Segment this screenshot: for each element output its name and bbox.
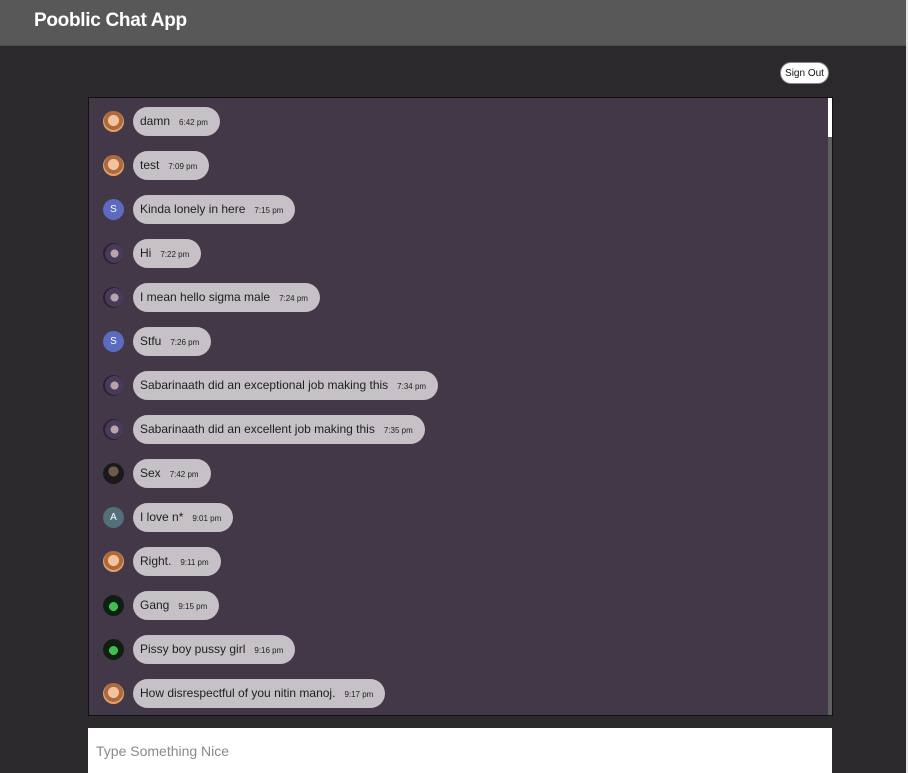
message-bubble: Sex 7:42 pm: [133, 458, 211, 488]
message-time: 9:11 pm: [180, 558, 209, 567]
message-text: test: [140, 158, 160, 172]
message-bubble: Sabarinaath did an excellent job making …: [133, 414, 425, 444]
message-list: damn 6:42 pm test 7:09 pm S Kinda lonely…: [88, 97, 833, 716]
message-item: Hi 7:22 pm: [103, 238, 202, 268]
user-avatar: [103, 110, 124, 132]
message-text: I mean hello sigma male: [140, 290, 271, 304]
message-item: Right. 9:11 pm: [103, 546, 221, 576]
message-text: Pissy boy pussy girl: [140, 642, 246, 656]
user-avatar: A: [103, 506, 124, 528]
message-bubble: Pissy boy pussy girl 9:16 pm: [133, 634, 296, 664]
user-avatar: [103, 462, 124, 484]
message-bubble: I mean hello sigma male 7:24 pm: [133, 282, 320, 312]
user-avatar: [103, 242, 124, 264]
message-item: S Kinda lonely in here 7:15 pm: [103, 194, 296, 224]
user-avatar: [103, 374, 124, 396]
user-avatar: S: [103, 330, 124, 352]
message-item: I mean hello sigma male 7:24 pm: [103, 282, 320, 312]
message-item: Sabarinaath did an excellent job making …: [103, 414, 425, 444]
message-item: Gang 9:15 pm: [103, 590, 220, 620]
message-text: Hi: [140, 246, 152, 260]
app-title: Pooblic Chat App: [34, 10, 187, 31]
user-avatar: [103, 286, 124, 308]
message-item: damn 6:42 pm: [103, 106, 220, 136]
message-bubble: test 7:09 pm: [133, 150, 210, 180]
user-avatar: [103, 550, 124, 572]
scrollbar-thumb[interactable]: [828, 98, 832, 137]
message-bubble: Right. 9:11 pm: [133, 546, 221, 576]
message-time: 9:15 pm: [178, 602, 208, 611]
message-text: Kinda lonely in here: [140, 202, 246, 216]
user-avatar: S: [103, 198, 124, 220]
user-avatar: [103, 638, 124, 660]
message-text: I love n*: [140, 510, 184, 524]
message-bubble: Stfu 7:26 pm: [133, 326, 212, 356]
message-bubble: How disrespectful of you nitin manoj. 9:…: [133, 678, 386, 708]
message-time: 7:24 pm: [279, 294, 308, 303]
message-text: Right.: [140, 554, 172, 568]
message-item: Sex 7:42 pm: [103, 458, 211, 488]
message-bubble: Sabarinaath did an exceptional job makin…: [133, 370, 439, 400]
user-avatar: [103, 154, 124, 176]
message-time: 7:15 pm: [254, 206, 284, 215]
message-bubble: Hi 7:22 pm: [133, 238, 202, 268]
message-time: 9:17 pm: [344, 690, 374, 699]
message-item: Sabarinaath did an exceptional job makin…: [103, 370, 439, 400]
message-text: Sabarinaath did an excellent job making …: [140, 422, 375, 436]
message-text: Sex: [140, 466, 161, 480]
message-text: Stfu: [140, 334, 162, 348]
scrollbar[interactable]: [828, 98, 832, 715]
message-time: 7:34 pm: [397, 382, 427, 391]
user-avatar: [103, 682, 124, 704]
message-input[interactable]: [88, 728, 832, 773]
sign-out-button[interactable]: Sign Out: [780, 62, 829, 84]
message-bubble: Kinda lonely in here 7:15 pm: [133, 194, 296, 224]
message-time: 7:42 pm: [169, 470, 199, 479]
message-time: 6:42 pm: [179, 118, 208, 127]
message-item: test 7:09 pm: [103, 150, 210, 180]
message-time: 7:35 pm: [383, 426, 413, 435]
user-avatar: [103, 418, 124, 440]
message-text: damn: [140, 114, 171, 128]
message-text: Sabarinaath did an exceptional job makin…: [140, 378, 389, 392]
message-time: 9:01 pm: [192, 514, 222, 523]
message-time: 7:26 pm: [170, 338, 200, 347]
message-item: A I love n* 9:01 pm: [103, 502, 234, 532]
message-bubble: I love n* 9:01 pm: [133, 502, 234, 532]
user-avatar: [103, 594, 124, 616]
message-time: 7:22 pm: [160, 250, 190, 259]
message-item: Pissy boy pussy girl 9:16 pm: [103, 634, 296, 664]
message-item: S Stfu 7:26 pm: [103, 326, 212, 356]
message-bubble: damn 6:42 pm: [133, 106, 220, 136]
message-item: How disrespectful of you nitin manoj. 9:…: [103, 678, 386, 708]
message-text: How disrespectful of you nitin manoj.: [140, 686, 336, 700]
message-time: 9:16 pm: [254, 646, 284, 655]
app-header: Pooblic Chat App: [0, 0, 906, 46]
message-text: Gang: [140, 598, 170, 612]
message-time: 7:09 pm: [168, 162, 198, 171]
message-bubble: Gang 9:15 pm: [133, 590, 220, 620]
